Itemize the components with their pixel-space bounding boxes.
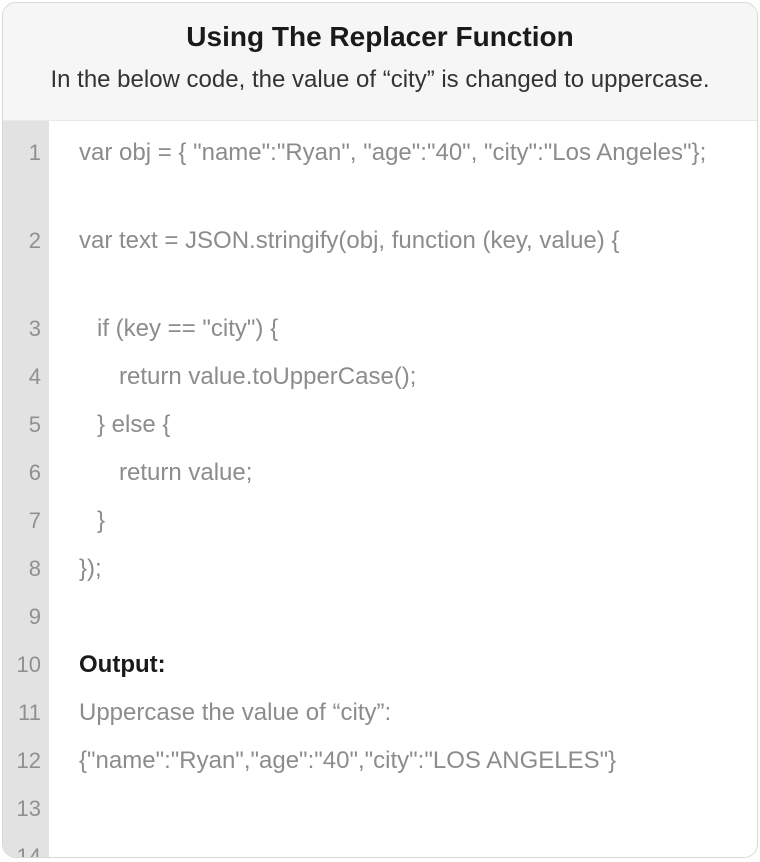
code-area: 1 2 3 4 5 6 7 8 9 10 11 12 13 14 var obj… — [3, 121, 757, 857]
code-line: return value; — [79, 449, 735, 497]
card-header: Using The Replacer Function In the below… — [3, 3, 757, 121]
code-line: var obj = { "name":"Ryan", "age":"40", "… — [79, 129, 735, 217]
line-number-gutter: 1 2 3 4 5 6 7 8 9 10 11 12 13 14 — [3, 121, 49, 857]
output-label: Output: — [79, 641, 735, 689]
code-line: if (key == "city") { — [79, 305, 735, 353]
code-line — [79, 833, 735, 857]
card-subtitle: In the below code, the value of “city” i… — [31, 61, 729, 98]
code-line: return value.toUpperCase(); — [79, 353, 735, 401]
code-line — [79, 593, 735, 641]
line-number: 8 — [3, 545, 49, 593]
code-content: var obj = { "name":"Ryan", "age":"40", "… — [49, 121, 757, 857]
line-number: 11 — [3, 689, 49, 737]
line-number: 2 — [3, 217, 49, 305]
output-description: Uppercase the value of “city”: — [79, 689, 735, 737]
code-line: } else { — [79, 401, 735, 449]
line-number: 10 — [3, 641, 49, 689]
code-line: } — [79, 497, 735, 545]
card-title: Using The Replacer Function — [31, 21, 729, 53]
line-number: 4 — [3, 353, 49, 401]
output-value: {"name":"Ryan","age":"40","city":"LOS AN… — [79, 737, 735, 785]
line-number: 9 — [3, 593, 49, 641]
line-number: 5 — [3, 401, 49, 449]
code-line: }); — [79, 545, 735, 593]
code-line — [79, 785, 735, 833]
line-number: 13 — [3, 785, 49, 833]
line-number: 14 — [3, 833, 49, 857]
line-number: 7 — [3, 497, 49, 545]
line-number: 3 — [3, 305, 49, 353]
line-number: 12 — [3, 737, 49, 785]
line-number: 6 — [3, 449, 49, 497]
code-card: Using The Replacer Function In the below… — [2, 2, 758, 858]
line-number: 1 — [3, 129, 49, 217]
code-line: var text = JSON.stringify(obj, function … — [79, 217, 735, 305]
